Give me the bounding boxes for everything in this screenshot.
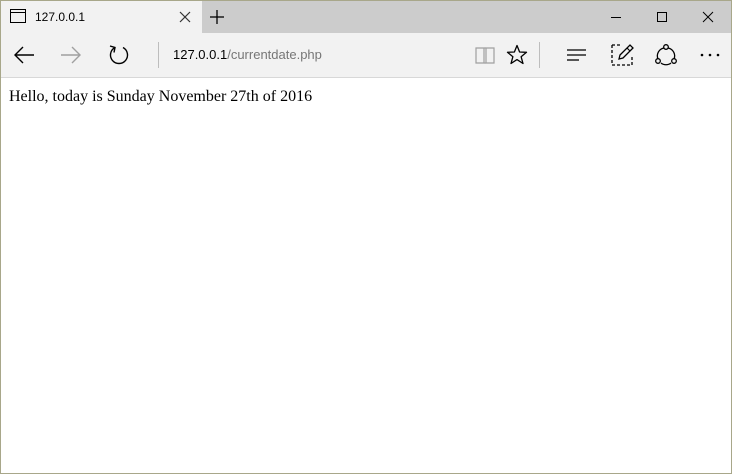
share-icon[interactable]	[654, 43, 678, 67]
minimize-button[interactable]	[593, 1, 639, 33]
web-note-icon[interactable]	[610, 43, 634, 67]
close-window-button[interactable]	[685, 1, 731, 33]
close-icon[interactable]	[178, 10, 192, 24]
more-icon[interactable]	[698, 43, 722, 67]
close-icon	[702, 11, 714, 23]
tab-title: 127.0.0.1	[35, 10, 86, 24]
maximize-icon	[657, 12, 667, 22]
page-content: Hello, today is Sunday November 27th of …	[1, 78, 731, 473]
greeting-text: Hello, today is Sunday November 27th of …	[9, 88, 313, 105]
divider	[539, 42, 540, 68]
address-bar[interactable]: 127.0.0.1/currentdate.php	[167, 42, 469, 68]
url-host: 127.0.0.1	[173, 47, 228, 62]
url-path: /currentdate.php	[227, 47, 322, 62]
navigation-bar: 127.0.0.1/currentdate.php	[1, 33, 731, 78]
divider	[158, 42, 159, 68]
reading-view-icon[interactable]	[473, 43, 497, 67]
hub-icon[interactable]	[565, 43, 589, 67]
forward-arrow-icon[interactable]	[59, 43, 83, 67]
back-arrow-icon[interactable]	[12, 43, 36, 67]
maximize-button[interactable]	[639, 1, 685, 33]
browser-window: 127.0.0.1 127.0.0.1/currentdate.php Hell…	[0, 0, 732, 474]
minimize-icon	[611, 17, 621, 18]
page-icon	[10, 9, 26, 23]
title-bar: 127.0.0.1	[1, 1, 731, 33]
new-tab-button[interactable]	[209, 9, 225, 25]
star-icon[interactable]	[505, 43, 529, 67]
refresh-icon[interactable]	[107, 43, 131, 67]
browser-tab[interactable]: 127.0.0.1	[1, 1, 202, 33]
